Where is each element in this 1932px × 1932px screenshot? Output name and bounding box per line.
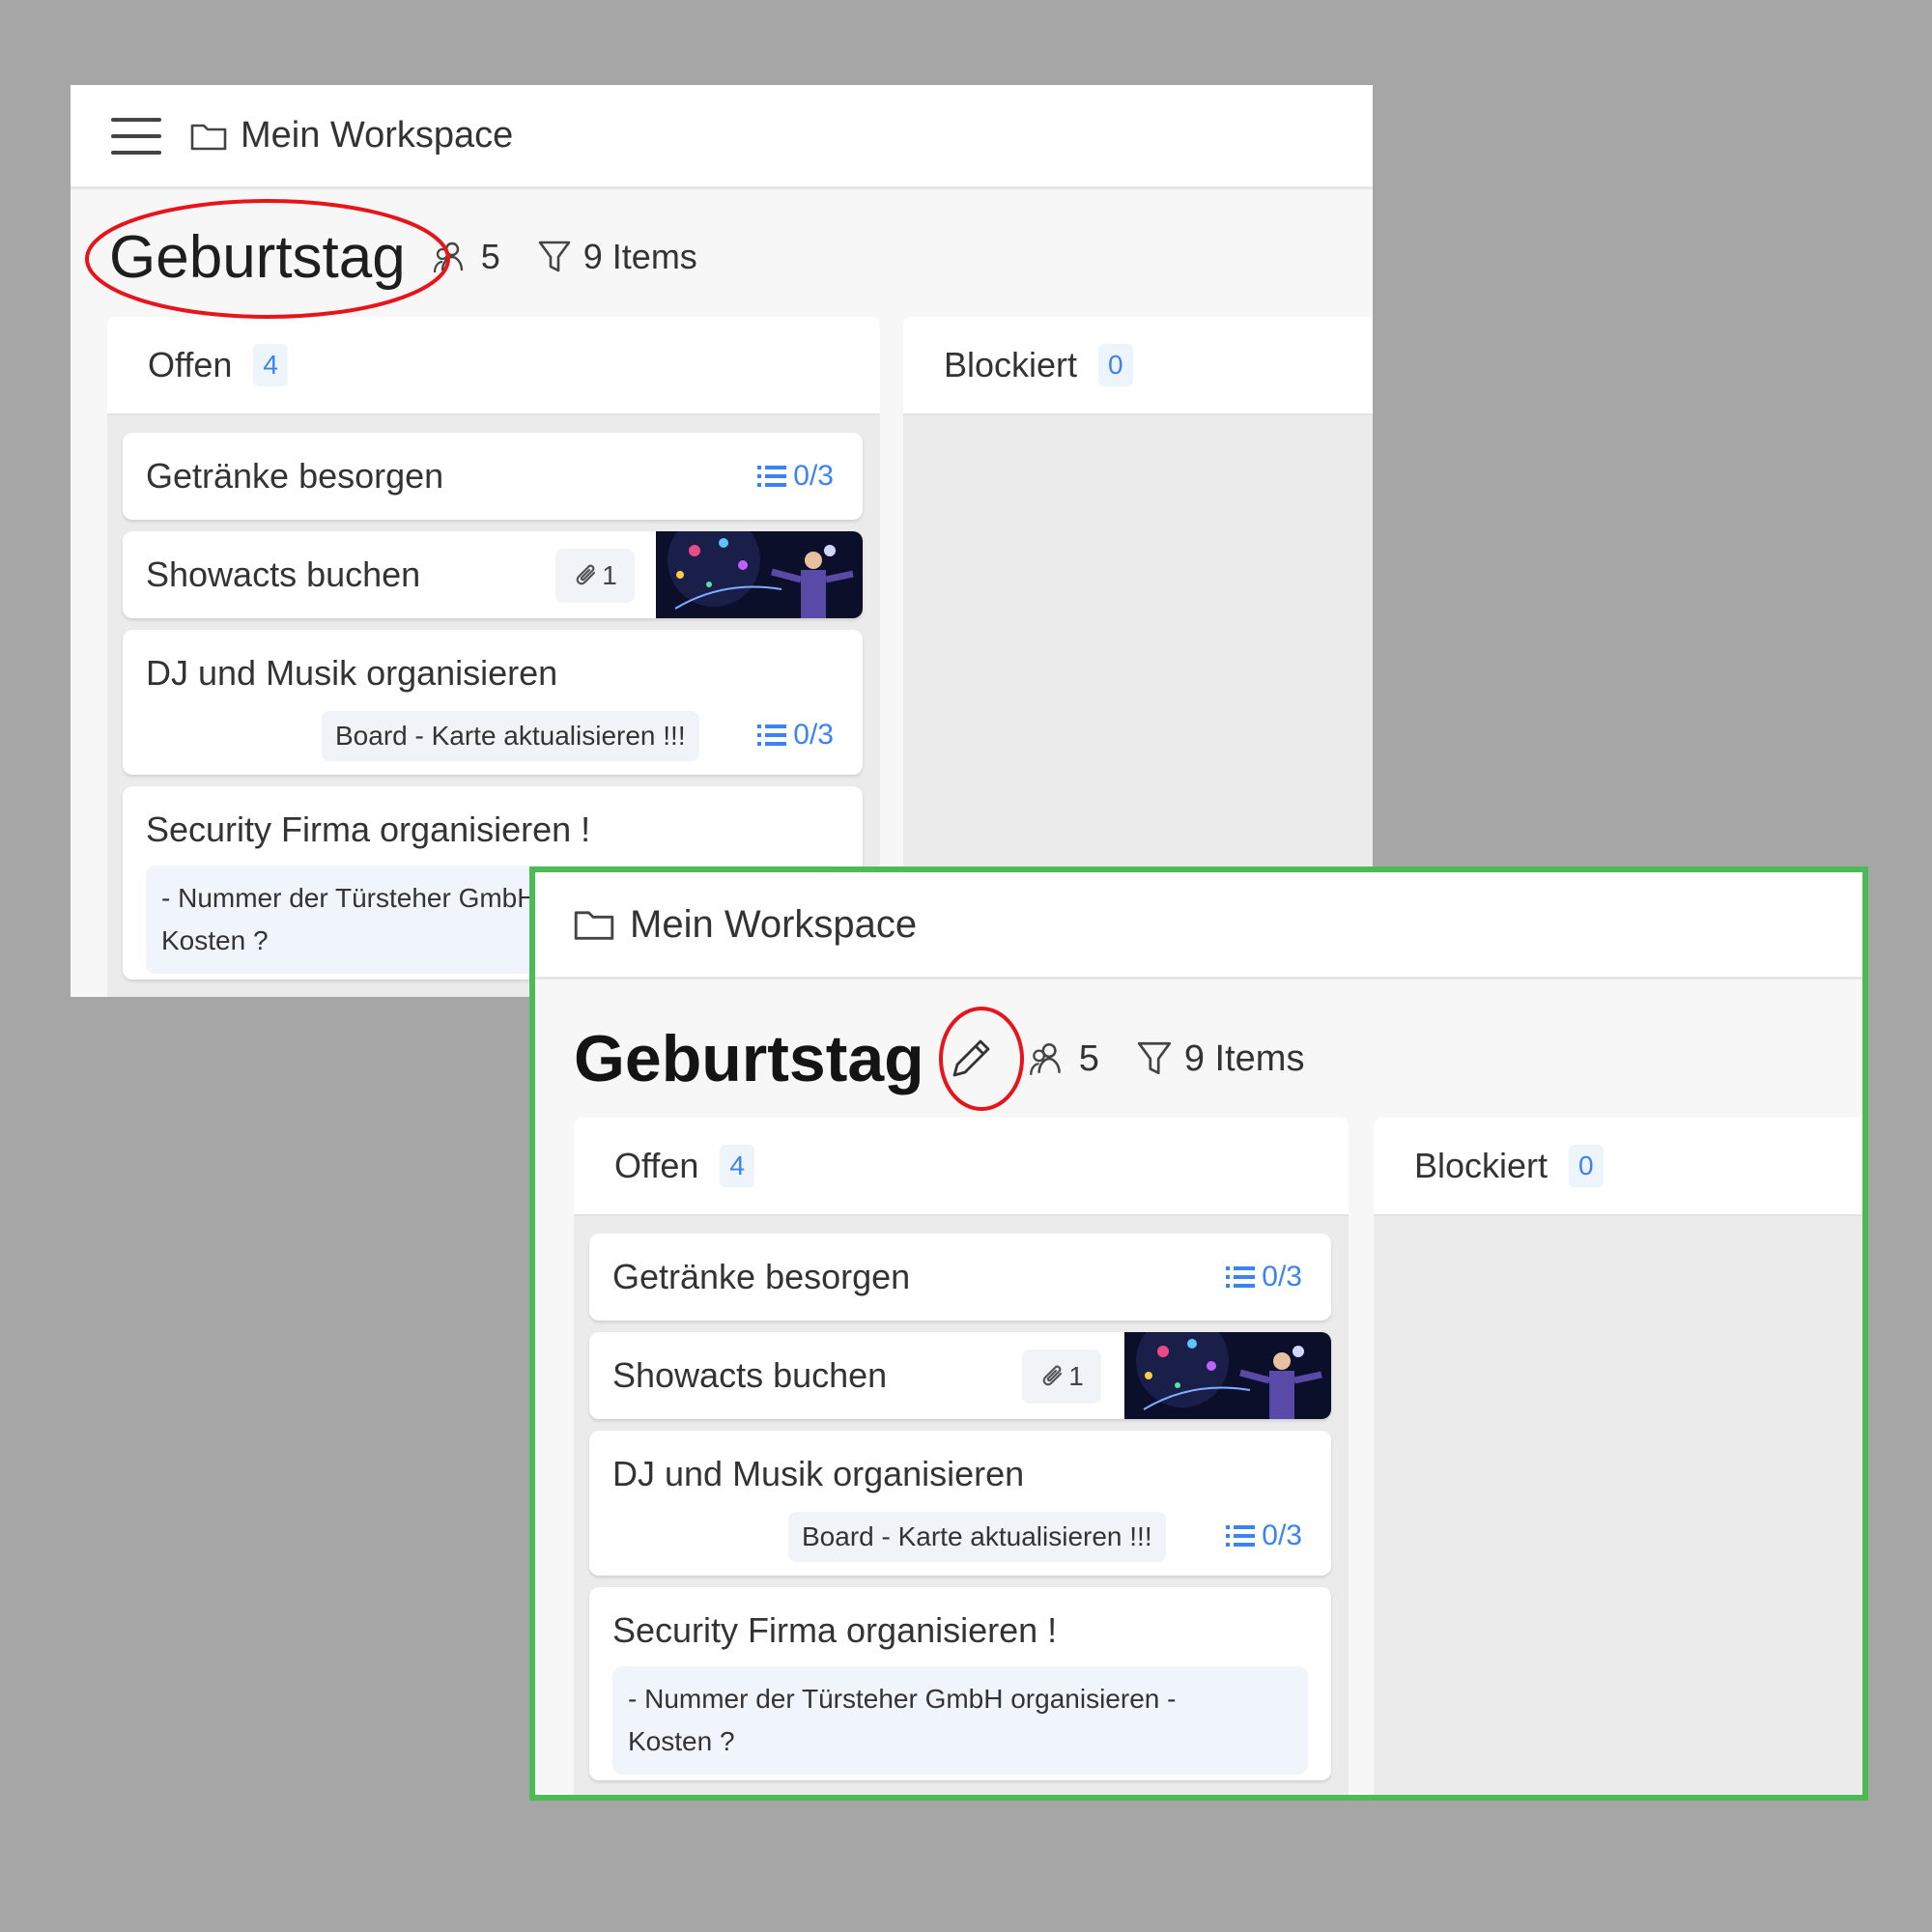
card-title: Getränke besorgen: [146, 456, 444, 496]
checklist-icon: [1226, 1525, 1256, 1547]
column-header[interactable]: Blockiert 0: [1374, 1118, 1862, 1216]
card-label-tag: Board - Karte aktualisieren !!!: [788, 1512, 1166, 1562]
paperclip-icon: [576, 564, 596, 585]
checklist-progress: 0/3: [793, 460, 834, 492]
checklist-progress: 0/3: [1262, 1520, 1302, 1551]
card-title: Security Firma organisieren !: [146, 810, 591, 849]
checklist-icon: [1226, 1266, 1256, 1288]
checklist-icon: [757, 466, 787, 487]
column-count-badge: 0: [1569, 1145, 1604, 1187]
members-count: 5: [480, 237, 500, 276]
board-meta: 5 9 Items: [1027, 1037, 1305, 1080]
column-title: Blockiert: [1414, 1146, 1548, 1185]
paperclip-icon: [1042, 1365, 1063, 1386]
card-cover-image: [656, 531, 863, 618]
description-line: - Nummer der Türsteher GmbH organisieren…: [628, 1684, 1177, 1714]
card-label-tag: Board - Karte aktualisieren !!!: [322, 711, 699, 761]
column-header[interactable]: Blockiert 0: [903, 317, 1373, 415]
checklist-progress: 0/3: [1262, 1261, 1302, 1293]
board-meta: 5 9 Items: [431, 237, 697, 277]
card-getraenke[interactable]: Getränke besorgen 0/3: [589, 1234, 1331, 1321]
top-bar: Mein Workspace: [535, 872, 1862, 980]
attachment-count: 1: [602, 560, 617, 590]
card-title: Showacts buchen: [612, 1355, 888, 1395]
column-title: Offen: [614, 1146, 699, 1185]
filter-icon[interactable]: [1136, 1038, 1173, 1079]
board-title: Geburtstag: [574, 1022, 924, 1095]
column-title: Blockiert: [944, 345, 1078, 384]
column-count-badge: 4: [253, 344, 288, 386]
card-title: Showacts buchen: [146, 554, 421, 594]
column-header[interactable]: Offen 4: [107, 317, 880, 415]
column-header[interactable]: Offen 4: [574, 1118, 1349, 1216]
card-title: DJ und Musik organisieren: [146, 653, 558, 693]
card-showacts[interactable]: Showacts buchen 1: [123, 531, 863, 618]
checklist-badge: 0/3: [1225, 1261, 1302, 1293]
workspace-name[interactable]: Mein Workspace: [630, 903, 917, 947]
card-dj-musik[interactable]: DJ und Musik organisieren Board - Karte …: [123, 630, 863, 775]
description-line: Kosten ?: [628, 1726, 735, 1756]
card-title: DJ und Musik organisieren: [612, 1454, 1025, 1493]
items-count[interactable]: 9 Items: [583, 237, 697, 277]
members-count: 5: [1078, 1037, 1099, 1079]
attachment-badge: 1: [555, 549, 635, 603]
card-security[interactable]: Security Firma organisieren ! - Nummer d…: [589, 1587, 1331, 1780]
attachment-count: 1: [1068, 1361, 1084, 1391]
column-blockiert: Blockiert 0: [1374, 1118, 1862, 1795]
card-description: - Nummer der Türsteher GmbH organisieren…: [612, 1666, 1308, 1775]
items-count[interactable]: 9 Items: [1184, 1038, 1305, 1080]
filter-icon[interactable]: [537, 238, 572, 276]
checklist-progress: 0/3: [793, 719, 834, 751]
card-title: Security Firma organisieren !: [612, 1610, 1058, 1650]
column-count-badge: 0: [1098, 344, 1133, 386]
card-cover-image: [1124, 1332, 1331, 1419]
card-showacts[interactable]: Showacts buchen 1: [589, 1332, 1331, 1419]
card-title: Getränke besorgen: [612, 1257, 911, 1296]
members-icon: [1029, 1043, 1061, 1075]
checklist-badge: 0/3: [756, 719, 834, 752]
column-count-badge: 4: [720, 1145, 754, 1187]
menu-icon[interactable]: [111, 117, 161, 155]
card-dj-musik[interactable]: DJ und Musik organisieren Board - Karte …: [589, 1431, 1331, 1576]
checklist-badge: 0/3: [1225, 1520, 1302, 1552]
card-getraenke[interactable]: Getränke besorgen 0/3: [123, 433, 863, 520]
highlight-ellipse-edit: [939, 1007, 1024, 1111]
column-offen: Offen 4 Getränke besorgen 0/3 Showacts b…: [574, 1118, 1349, 1795]
column-title: Offen: [148, 345, 233, 384]
highlight-ellipse-title: [85, 199, 450, 319]
attachment-badge: 1: [1022, 1350, 1101, 1404]
folder-icon: [574, 911, 614, 940]
folder-icon: [190, 124, 227, 150]
checklist-icon: [757, 724, 787, 746]
workspace-name[interactable]: Mein Workspace: [241, 115, 513, 156]
screenshot-after: Mein Workspace Geburtstag 5 9 Items Offe…: [529, 867, 1868, 1801]
top-bar: Mein Workspace: [71, 85, 1373, 189]
checklist-badge: 0/3: [756, 460, 834, 493]
